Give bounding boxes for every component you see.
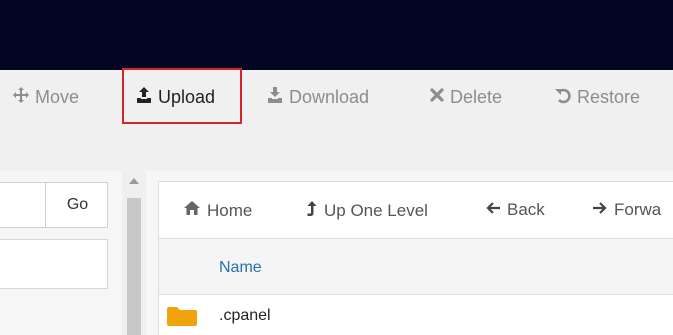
restore-button[interactable]: Restore [554,83,640,111]
scroll-thumb[interactable] [127,198,141,335]
back-label: Back [507,200,545,219]
arrow-left-icon [485,200,501,220]
forward-label: Forwa [614,200,662,219]
header-bar [0,0,673,70]
delete-label: Delete [450,86,503,107]
home-label: Home [207,200,253,220]
upload-icon [135,86,153,109]
up-one-level-label: Up One Level [324,201,428,220]
go-button[interactable]: Go [45,183,109,227]
go-label: Go [66,196,89,213]
download-label: Download [289,86,370,107]
upload-button[interactable]: Upload [135,83,215,111]
up-one-level-button[interactable]: Up One Level [306,200,428,222]
home-icon [183,200,201,221]
table-header: Name [159,239,673,295]
column-header-name[interactable]: Name [219,259,262,277]
download-icon [266,86,284,109]
navigation-bar: Home Up One Level Back Forwa [158,181,673,239]
home-button[interactable]: Home [183,200,252,221]
move-label: Move [35,86,80,107]
upload-label: Upload [158,86,216,107]
close-icon [429,87,445,108]
restore-label: Restore [577,86,641,107]
directory-tree[interactable] [0,239,108,289]
forward-button[interactable]: Forwa [592,200,661,220]
arrow-right-icon [592,200,608,220]
path-input[interactable]: Go [0,182,108,228]
level-up-icon [306,200,318,222]
delete-button[interactable]: Delete [429,83,502,111]
back-button[interactable]: Back [485,200,545,220]
scroll-up-arrow-icon[interactable] [129,178,139,184]
undo-icon [554,86,572,109]
move-icon [12,86,30,109]
table-row[interactable]: .cpanel [159,295,673,335]
scrollbar[interactable] [122,171,146,335]
file-name[interactable]: .cpanel [219,307,271,325]
file-table: Name .cpanel [158,239,673,335]
folder-icon [167,306,197,331]
move-button[interactable]: Move [12,83,79,111]
download-button[interactable]: Download [266,83,369,111]
